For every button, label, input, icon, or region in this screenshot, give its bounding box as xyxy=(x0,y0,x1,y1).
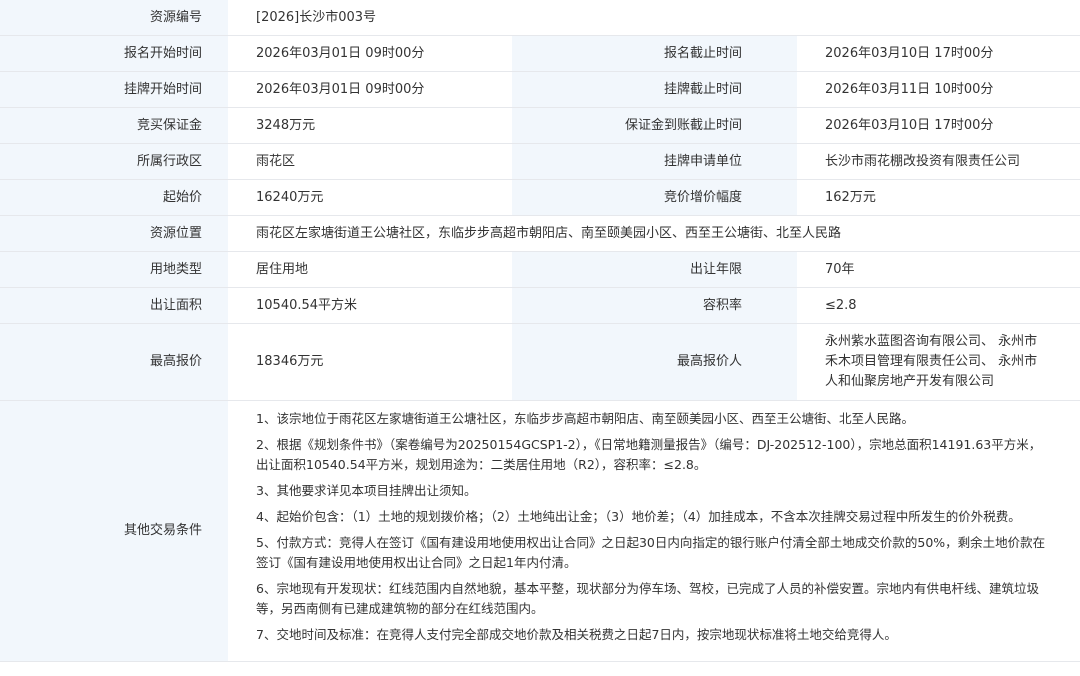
list-end-value: 2026年03月11日 10时00分 xyxy=(797,71,1080,108)
far-value: ≤2.8 xyxy=(797,287,1080,324)
highest-bid-value: 18346万元 xyxy=(228,323,512,401)
highest-bidder-label: 最高报价人 xyxy=(512,323,797,401)
deposit-deadline-label: 保证金到账截止时间 xyxy=(512,107,797,144)
reg-end-label: 报名截止时间 xyxy=(512,35,797,72)
row-land-use: 用地类型 居住用地 出让年限 70年 xyxy=(0,251,1080,288)
location-label: 资源位置 xyxy=(0,215,228,252)
land-info-table: 资源编号 [2026]长沙市003号 报名开始时间 2026年03月01日 09… xyxy=(0,0,1080,662)
reg-start-value: 2026年03月01日 09时00分 xyxy=(228,35,512,72)
highest-bidder-value: 永州紫水蓝图咨询有限公司、 永州市禾木项目管理有限责任公司、 永州市人和仙聚房地… xyxy=(797,323,1080,401)
land-use-value: 居住用地 xyxy=(228,251,512,288)
reg-end-value: 2026年03月10日 17时00分 xyxy=(797,35,1080,72)
location-value: 雨花区左家塘街道王公塘社区，东临步步高超市朝阳店、南至颐美园小区、西至王公塘街、… xyxy=(228,215,1080,252)
deposit-label: 竞买保证金 xyxy=(0,107,228,144)
row-district: 所属行政区 雨花区 挂牌申请单位 长沙市雨花棚改投资有限责任公司 xyxy=(0,143,1080,180)
row-listing: 挂牌开始时间 2026年03月01日 09时00分 挂牌截止时间 2026年03… xyxy=(0,71,1080,108)
row-deposit: 竞买保证金 3248万元 保证金到账截止时间 2026年03月10日 17时00… xyxy=(0,107,1080,144)
terms-content: 1、该宗地位于雨花区左家塘街道王公塘社区，东临步步高超市朝阳店、南至颐美园小区、… xyxy=(228,400,1080,662)
terms-label: 其他交易条件 xyxy=(0,400,228,662)
highest-bid-label: 最高报价 xyxy=(0,323,228,401)
list-start-label: 挂牌开始时间 xyxy=(0,71,228,108)
list-start-value: 2026年03月01日 09时00分 xyxy=(228,71,512,108)
increment-value: 162万元 xyxy=(797,179,1080,216)
row-highest: 最高报价 18346万元 最高报价人 永州紫水蓝图咨询有限公司、 永州市禾木项目… xyxy=(0,323,1080,401)
applicant-value: 长沙市雨花棚改投资有限责任公司 xyxy=(797,143,1080,180)
row-price: 起始价 16240万元 竞价增价幅度 162万元 xyxy=(0,179,1080,216)
resource-no-value: [2026]长沙市003号 xyxy=(228,0,1080,36)
term-label: 出让年限 xyxy=(512,251,797,288)
terms-item: 2、根据《规划条件书》（案卷编号为20250154GCSP1-2），《日常地籍测… xyxy=(256,437,1042,472)
start-price-label: 起始价 xyxy=(0,179,228,216)
start-price-value: 16240万元 xyxy=(228,179,512,216)
district-label: 所属行政区 xyxy=(0,143,228,180)
term-value: 70年 xyxy=(797,251,1080,288)
terms-item: 6、宗地现有开发现状：红线范围内自然地貌，基本平整，现状部分为停车场、驾校，已完… xyxy=(256,581,1039,616)
row-area: 出让面积 10540.54平方米 容积率 ≤2.8 xyxy=(0,287,1080,324)
terms-item: 4、起始价包含：（1）土地的规划拨价格；（2）土地纯出让金；（3）地价差；（4）… xyxy=(256,509,1021,524)
terms-item: 5、付款方式：竞得人在签订《国有建设用地使用权出让合同》之日起30日内向指定的银… xyxy=(256,535,1046,570)
applicant-label: 挂牌申请单位 xyxy=(512,143,797,180)
terms-item: 1、该宗地位于雨花区左家塘街道王公塘社区，东临步步高超市朝阳店、南至颐美园小区、… xyxy=(256,411,914,426)
district-value: 雨花区 xyxy=(228,143,512,180)
far-label: 容积率 xyxy=(512,287,797,324)
terms-item: 7、交地时间及标准：在竞得人支付完全部成交地价款及相关税费之日起7日内，按宗地现… xyxy=(256,627,897,642)
area-value: 10540.54平方米 xyxy=(228,287,512,324)
row-registration: 报名开始时间 2026年03月01日 09时00分 报名截止时间 2026年03… xyxy=(0,35,1080,72)
increment-label: 竞价增价幅度 xyxy=(512,179,797,216)
deposit-value: 3248万元 xyxy=(228,107,512,144)
row-resource-no: 资源编号 [2026]长沙市003号 xyxy=(0,0,1080,36)
deposit-deadline-value: 2026年03月10日 17时00分 xyxy=(797,107,1080,144)
row-terms: 其他交易条件 1、该宗地位于雨花区左家塘街道王公塘社区，东临步步高超市朝阳店、南… xyxy=(0,400,1080,662)
terms-item: 3、其他要求详见本项目挂牌出让须知。 xyxy=(256,483,477,498)
area-label: 出让面积 xyxy=(0,287,228,324)
reg-start-label: 报名开始时间 xyxy=(0,35,228,72)
row-location: 资源位置 雨花区左家塘街道王公塘社区，东临步步高超市朝阳店、南至颐美园小区、西至… xyxy=(0,215,1080,252)
list-end-label: 挂牌截止时间 xyxy=(512,71,797,108)
land-use-label: 用地类型 xyxy=(0,251,228,288)
resource-no-label: 资源编号 xyxy=(0,0,228,36)
